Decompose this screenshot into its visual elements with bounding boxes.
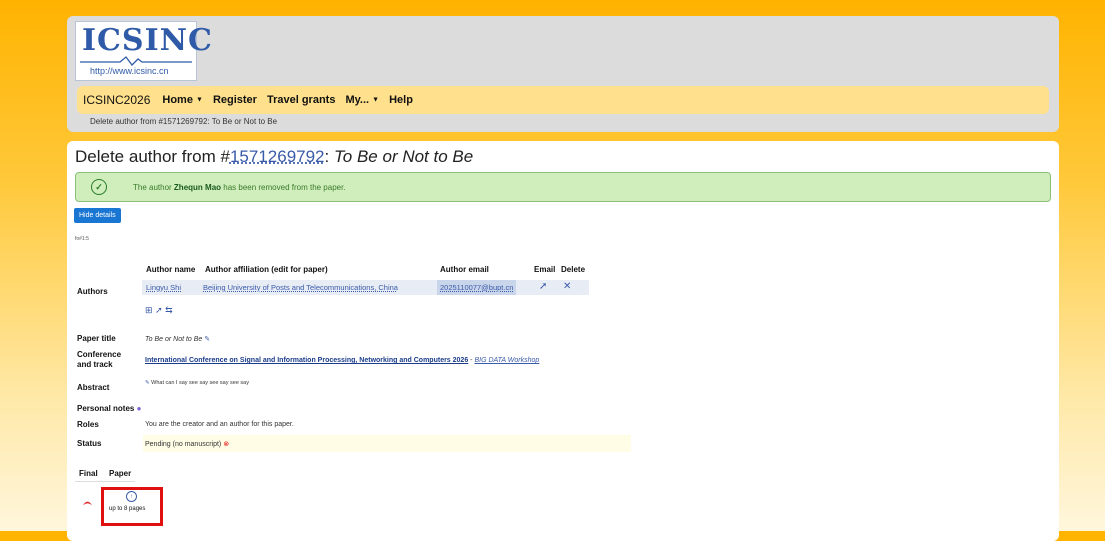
alert-post: has been removed from the paper.: [221, 182, 346, 192]
paper-title-label: Paper title: [77, 334, 116, 343]
breadcrumb: Delete author from #1571269792: To Be or…: [90, 117, 278, 126]
table-divider: [75, 481, 135, 482]
author-name-cell[interactable]: Lingyu Shi: [146, 283, 181, 292]
title-prefix: Delete author from #: [75, 147, 230, 166]
author-email-cell[interactable]: 2025110077@bupt.cn: [437, 280, 517, 295]
success-alert: ✓ The author Zhequn Mao has been removed…: [75, 172, 1051, 202]
content-card: Delete author from #1571269792: To Be or…: [67, 141, 1059, 541]
nav-home[interactable]: Home ▼: [162, 94, 203, 106]
upload-paper-cell[interactable]: ↑ up to 8 pages: [101, 487, 163, 526]
track-link[interactable]: BIG DATA Workshop: [474, 357, 539, 364]
paper-title-value: To Be or Not to Be ✎: [145, 335, 210, 343]
col-author-affiliation: Author affiliation (edit for paper): [205, 265, 328, 274]
nav-home-label: Home: [162, 94, 193, 106]
alert-pre: The author: [133, 182, 174, 192]
col-author-name: Author name: [146, 265, 196, 274]
col-delete: Delete: [561, 265, 586, 274]
logo-wave-icon: [80, 56, 192, 66]
caret-down-icon: ▼: [372, 96, 380, 104]
col-final: Final: [79, 469, 98, 478]
nav-help[interactable]: Help: [389, 94, 413, 106]
edit-icon[interactable]: ✎: [145, 380, 150, 386]
upload-limit-text: up to 8 pages: [109, 506, 146, 512]
notes-icon[interactable]: ●: [137, 404, 142, 413]
table-row: Lingyu Shi Beijing University of Posts a…: [142, 280, 589, 295]
personal-notes-label: Personal notes ●: [77, 404, 141, 413]
conference-label: Conference and track: [77, 350, 121, 370]
roles-value: You are the creator and an author for th…: [145, 421, 294, 428]
nav-my-label: My...: [345, 94, 370, 106]
nav-brand[interactable]: ICSINC2026: [83, 93, 150, 107]
author-affiliation-cell[interactable]: Beijing University of Posts and Telecomm…: [203, 283, 398, 292]
hide-details-button[interactable]: Hide details: [74, 208, 121, 223]
status-text: Pending (no manuscript): [145, 441, 222, 448]
alert-text: The author Zhequn Mao has been removed f…: [133, 183, 346, 192]
remove-circle-icon[interactable]: ⊗: [223, 441, 229, 448]
pdf-icon: [82, 501, 93, 506]
status-label: Status: [77, 439, 102, 448]
reorder-icon[interactable]: ⇆: [165, 305, 173, 315]
upload-cloud-icon[interactable]: ↑: [126, 491, 137, 502]
author-actions: ⊞ ➚ ⇆: [145, 305, 173, 316]
fold-link[interactable]: fo#1:5: [75, 236, 89, 242]
col-email-action: Email: [534, 265, 556, 274]
alert-author-name: Zhequn Mao: [173, 182, 222, 192]
col-author-email: Author email: [440, 265, 489, 274]
title-sep: :: [324, 147, 334, 166]
abstract-label: Abstract: [77, 383, 110, 392]
authors-label: Authors: [77, 287, 108, 296]
check-circle-icon: ✓: [91, 179, 107, 195]
send-email-icon[interactable]: ➚: [539, 281, 547, 292]
top-navbar: ICSINC2026 Home ▼ Register Travel grants…: [77, 86, 1049, 114]
abstract-value: ✎ What can I say see say see say see say: [145, 380, 249, 386]
nav-register[interactable]: Register: [213, 94, 257, 106]
nav-my[interactable]: My... ▼: [345, 94, 379, 106]
delete-author-icon[interactable]: ✕: [563, 281, 571, 292]
add-author-icon[interactable]: ⊞: [145, 305, 153, 315]
conference-label-1: Conference: [77, 350, 122, 359]
caret-down-icon: ▼: [196, 96, 203, 104]
email-all-icon[interactable]: ➚: [155, 305, 163, 315]
status-value: Pending (no manuscript) ⊗: [145, 440, 229, 448]
roles-label: Roles: [77, 420, 99, 429]
header-card: ICSINC http://www.icsinc.cn ICSINC2026 H…: [67, 16, 1059, 132]
logo-title: ICSINC: [82, 23, 213, 58]
conference-label-2: and track: [77, 360, 113, 369]
conference-link[interactable]: International Conference on Signal and I…: [145, 357, 468, 364]
page-title: Delete author from #1571269792: To Be or…: [75, 147, 473, 167]
paper-id-link[interactable]: 1571269792: [230, 147, 325, 166]
personal-notes-text: Personal notes: [77, 404, 135, 413]
abstract-text: What can I say see say see say see say: [151, 380, 249, 386]
edit-icon[interactable]: ✎: [204, 336, 210, 343]
site-logo[interactable]: ICSINC http://www.icsinc.cn: [75, 21, 212, 81]
col-paper: Paper: [109, 469, 132, 478]
title-paper-name: To Be or Not to Be: [333, 147, 474, 166]
paper-title-text: To Be or Not to Be: [145, 336, 203, 343]
logo-url: http://www.icsinc.cn: [90, 66, 169, 76]
nav-travel-grants[interactable]: Travel grants: [267, 94, 335, 106]
conference-value: International Conference on Signal and I…: [145, 357, 539, 364]
